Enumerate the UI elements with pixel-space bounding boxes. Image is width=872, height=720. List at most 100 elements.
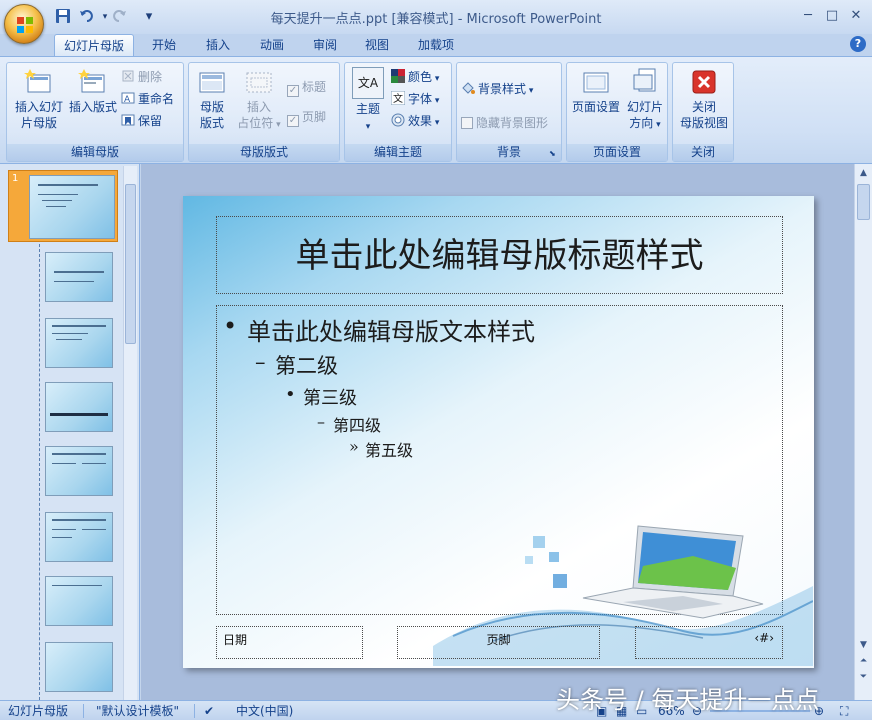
customize-quick-access[interactable]: ▾ xyxy=(140,8,158,26)
slide-number-placeholder[interactable]: ‹#› xyxy=(635,626,783,659)
spell-check-icon[interactable]: ✔ xyxy=(204,703,214,719)
scroll-thumb[interactable] xyxy=(125,184,136,344)
group-label-background: 背景 xyxy=(457,144,561,161)
text-level2: 第二级 xyxy=(275,354,338,378)
thumbnail-master-selected[interactable]: 1 xyxy=(8,170,118,242)
date-placeholder[interactable]: 日期 xyxy=(216,626,363,659)
title-placeholder[interactable]: 单击此处编辑母版标题样式 xyxy=(216,216,783,294)
ribbon-tabs: 幻灯片母版 开始 插入 动画 审阅 视图 加载项 ? xyxy=(0,34,872,56)
slide-orientation-button[interactable]: 幻灯片 方向 ▾ xyxy=(623,67,667,133)
fonts-icon: 文 xyxy=(391,91,405,105)
insert-slide-master-label1: 插入幻灯 xyxy=(14,100,63,114)
themes-button[interactable]: 文A 主题 ▾ xyxy=(348,67,388,135)
tab-review[interactable]: 审阅 xyxy=(305,34,345,56)
slide-orientation-icon xyxy=(633,68,656,92)
slide-canvas[interactable]: 单击此处编辑母版标题样式 • 单击此处编辑母版文本样式 – 第二级 • 第三级 … xyxy=(183,196,814,668)
colors-button[interactable]: 颜色 ▾ xyxy=(391,67,439,87)
thumbnail-layout[interactable] xyxy=(45,512,113,562)
thumbnail-layout[interactable] xyxy=(45,382,113,432)
footer-checkbox[interactable]: ✓ 页脚 xyxy=(287,107,326,127)
chevron-down-icon: ▾ xyxy=(432,74,440,84)
group-page-setup: 页面设置 幻灯片 方向 ▾ 页面设置 xyxy=(566,62,668,162)
scroll-down-icon[interactable]: ▼ xyxy=(856,638,871,653)
status-theme-name: "默认设计模板" xyxy=(96,704,180,718)
colors-icon xyxy=(391,69,405,83)
thumbnail-layout[interactable] xyxy=(45,318,113,368)
close-red-x-icon xyxy=(692,70,716,94)
text-level4: 第四级 xyxy=(333,416,382,435)
footer-placeholder[interactable]: 页脚 xyxy=(397,626,600,659)
fit-to-window-icon[interactable]: ⛶ xyxy=(840,703,848,719)
delete-button[interactable]: 删除 xyxy=(121,67,162,87)
insert-layout-label: 插入版式 xyxy=(68,100,117,114)
group-edit-master: 插入幻灯 片母版 插入版式 删除 A 重命名 保留 编辑母版 xyxy=(6,62,184,162)
insert-placeholder-button[interactable]: 插入 占位符 ▾ xyxy=(235,67,283,133)
tab-animation[interactable]: 动画 xyxy=(252,34,292,56)
date-label: 日期 xyxy=(223,633,248,647)
office-button[interactable] xyxy=(4,4,44,44)
save-icon[interactable] xyxy=(54,8,72,26)
chevron-down-icon: ▾ xyxy=(365,122,371,132)
background-styles-button[interactable]: 背景样式 ▾ xyxy=(461,79,533,99)
fonts-button[interactable]: 文字体 ▾ xyxy=(391,89,439,109)
window-title: 每天提升一点点.ppt [兼容模式] - Microsoft PowerPoin… xyxy=(270,12,602,27)
close-master-view-label2: 母版视图 xyxy=(679,116,728,130)
thumbnail-layout[interactable] xyxy=(45,446,113,496)
dialog-launcher-icon[interactable]: ⬊ xyxy=(549,149,559,159)
insert-slide-master-button[interactable]: 插入幻灯 片母版 xyxy=(11,67,67,131)
page-setup-button[interactable]: 页面设置 xyxy=(569,67,623,115)
text-level1: 单击此处编辑母版文本样式 xyxy=(247,318,535,346)
close-master-view-button[interactable]: 关闭 母版视图 xyxy=(675,67,733,131)
tab-home[interactable]: 开始 xyxy=(144,34,184,56)
slide-orientation-label2: 方向 xyxy=(629,116,654,130)
text-level3: 第三级 xyxy=(303,388,357,409)
group-label-close: 关闭 xyxy=(673,144,733,161)
close-window-button[interactable]: ✕ xyxy=(844,6,868,26)
slide-scrollbar[interactable]: ▲ ▼ ⏶ ⏷ xyxy=(854,164,872,700)
footer-label: 页脚 xyxy=(486,633,511,647)
master-layout-button[interactable]: 母版 版式 xyxy=(191,67,233,131)
tab-addins[interactable]: 加载项 xyxy=(410,34,462,56)
thumbnail-scrollbar[interactable] xyxy=(123,166,137,700)
help-icon[interactable]: ? xyxy=(850,36,866,52)
restore-button[interactable]: □ xyxy=(820,6,844,26)
next-slide-icon[interactable]: ⏷ xyxy=(856,670,871,685)
colors-label: 颜色 xyxy=(408,70,433,84)
tab-slide-master[interactable]: 幻灯片母版 xyxy=(54,34,134,56)
bullet-level3: • xyxy=(285,384,296,405)
checkbox-unchecked-icon xyxy=(461,117,473,129)
thumbnail-layout[interactable] xyxy=(45,576,113,626)
tab-insert[interactable]: 插入 xyxy=(198,34,238,56)
effects-button[interactable]: 效果 ▾ xyxy=(391,111,439,131)
status-language[interactable]: 中文(中国) xyxy=(236,703,293,719)
rename-label: 重命名 xyxy=(138,92,175,106)
insert-layout-button[interactable]: 插入版式 xyxy=(67,67,119,115)
page-setup-icon xyxy=(583,72,609,93)
redo-icon[interactable] xyxy=(110,8,128,26)
scroll-up-icon[interactable]: ▲ xyxy=(856,166,871,181)
delete-label: 删除 xyxy=(138,70,163,84)
tab-view[interactable]: 视图 xyxy=(357,34,397,56)
thumbnail-layout[interactable] xyxy=(45,642,113,692)
effects-icon xyxy=(391,113,405,127)
slide-number-label: ‹#› xyxy=(754,631,774,645)
fonts-label: 字体 xyxy=(408,92,433,106)
undo-icon[interactable] xyxy=(78,8,96,26)
minimize-button[interactable]: ─ xyxy=(796,6,820,26)
master-layout-label2: 版式 xyxy=(199,116,224,130)
master-layout-label1: 母版 xyxy=(199,100,224,114)
preserve-button[interactable]: 保留 xyxy=(121,111,162,131)
background-styles-label: 背景样式 xyxy=(478,82,527,96)
thumbnail-layout[interactable] xyxy=(45,252,113,302)
insert-slide-master-label2: 片母版 xyxy=(20,116,57,130)
group-label-edit-master: 编辑母版 xyxy=(7,144,183,161)
previous-slide-icon[interactable]: ⏶ xyxy=(856,654,871,669)
title-checkbox[interactable]: ✓ 标题 xyxy=(287,77,326,97)
chevron-down-icon: ▾ xyxy=(273,120,281,130)
preserve-label: 保留 xyxy=(138,114,163,128)
insert-slide-master-icon xyxy=(24,69,51,93)
rename-button[interactable]: A 重命名 xyxy=(121,89,174,109)
scroll-thumb[interactable] xyxy=(857,184,870,220)
hide-background-graphics-checkbox[interactable]: 隐藏背景图形 xyxy=(461,113,548,133)
slide-orientation-label1: 幻灯片 xyxy=(626,100,663,114)
